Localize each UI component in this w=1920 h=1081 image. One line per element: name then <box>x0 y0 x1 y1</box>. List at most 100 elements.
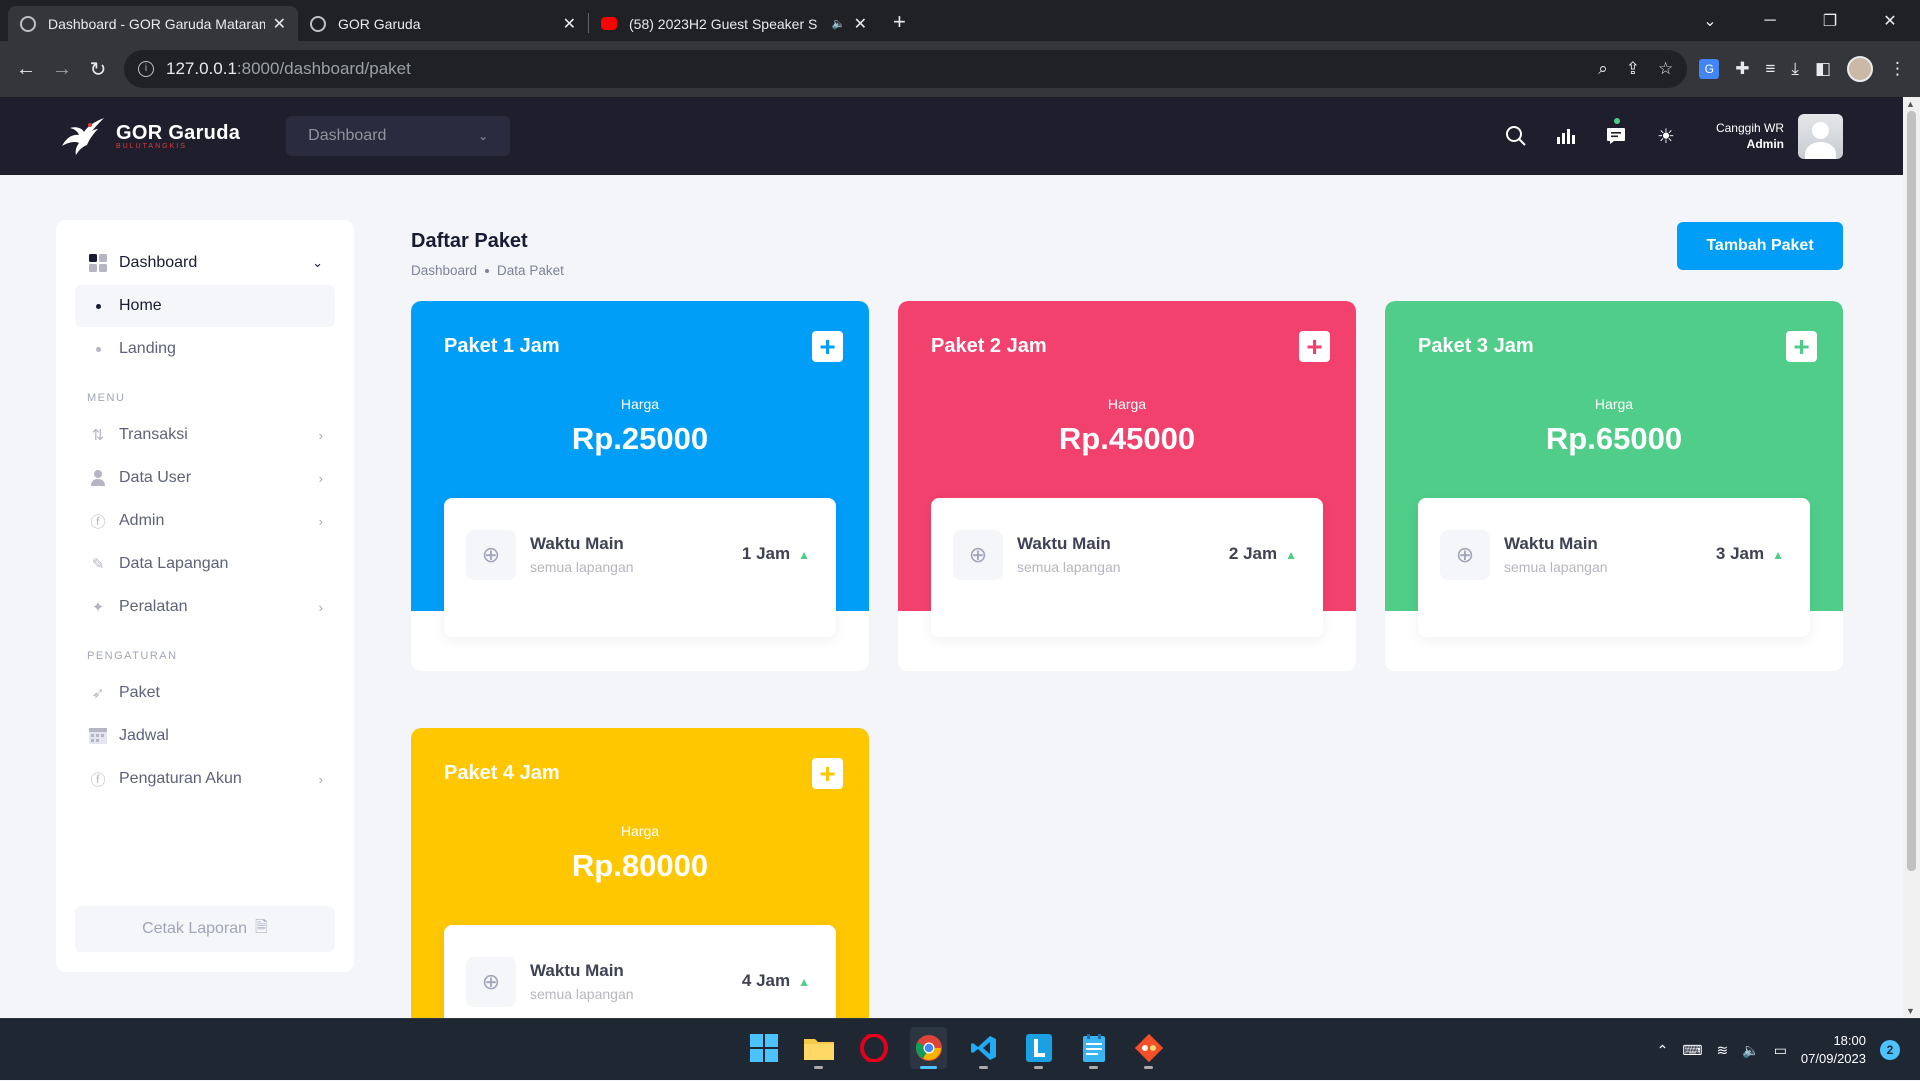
brand-logo[interactable]: GOR Garuda BULUTANGKIS <box>60 116 240 156</box>
tab-search-icon[interactable]: ⌄ <box>1680 11 1740 31</box>
scroll-up-icon[interactable]: ▲ <box>1906 99 1915 109</box>
reload-button[interactable]: ↻ <box>80 57 116 82</box>
sidebar-item-admin[interactable]: ⓕ Admin › <box>75 500 335 542</box>
google-translate-icon[interactable]: G <box>1699 59 1720 79</box>
dashboard-grid-icon <box>87 252 109 274</box>
globe-icon: ⊕ <box>466 957 516 1007</box>
print-report-button[interactable]: Cetak Laporan 🗎 <box>75 906 335 952</box>
sidebar-item-label: Home <box>119 297 162 314</box>
chevron-right-icon: › <box>318 599 323 615</box>
restore-button[interactable]: ❐ <box>1800 11 1860 31</box>
arrow-up-icon: ▲ <box>798 548 810 562</box>
add-package-button[interactable]: Tambah Paket <box>1677 222 1843 270</box>
profile-avatar[interactable] <box>1847 56 1873 82</box>
avatar[interactable] <box>1798 113 1843 159</box>
sidebar-item-data-lapangan[interactable]: ✎ Data Lapangan <box>75 543 335 585</box>
search-icon[interactable] <box>1504 124 1528 148</box>
scrollbar-thumb[interactable] <box>1907 111 1916 871</box>
chevron-up-icon[interactable]: ⌃ <box>1657 1042 1669 1059</box>
sidebar-item-home[interactable]: Home <box>75 285 335 327</box>
git-kraken-icon[interactable] <box>1130 1027 1167 1069</box>
share-icon[interactable]: ⇪ <box>1626 59 1640 79</box>
chat-icon[interactable] <box>1604 118 1628 148</box>
stats-icon[interactable] <box>1554 124 1578 148</box>
sidebar-item-paket[interactable]: ➶ Paket <box>75 672 335 714</box>
bookmark-star-icon[interactable]: ☆ <box>1658 59 1673 79</box>
package-price: Rp.45000 <box>1058 421 1196 456</box>
notification-badge[interactable]: 2 <box>1880 1040 1900 1060</box>
minimize-button[interactable]: ─ <box>1740 12 1800 30</box>
sidebar-item-data-user[interactable]: Data User › <box>75 457 335 499</box>
browser-menu-icon[interactable]: ⋮ <box>1889 59 1906 79</box>
fingerprint-icon: ⓕ <box>90 771 106 789</box>
package-price: Rp.25000 <box>571 421 709 456</box>
laragon-icon[interactable] <box>1020 1027 1057 1069</box>
arrow-up-icon: ▲ <box>798 975 810 989</box>
chevron-right-icon: › <box>318 427 323 443</box>
breadcrumb-item-dashboard[interactable]: Dashboard <box>411 263 477 278</box>
chevron-down-icon: ⌄ <box>478 129 489 143</box>
back-button[interactable]: ← <box>8 58 44 81</box>
url-path: :8000/dashboard/paket <box>236 59 411 78</box>
add-icon[interactable]: + <box>1786 331 1817 362</box>
extensions-puzzle-icon[interactable]: ✚ <box>1735 59 1749 79</box>
sidebar-item-landing[interactable]: Landing <box>75 328 335 370</box>
page-scrollbar[interactable]: ▲ ▼ <box>1903 97 1920 1018</box>
close-window-button[interactable]: ✕ <box>1860 11 1920 31</box>
sidebar-item-label: Transaksi <box>119 426 188 443</box>
file-explorer-icon[interactable] <box>800 1027 837 1069</box>
download-icon[interactable]: ⤓ <box>1791 59 1799 79</box>
browser-tab-dashboard[interactable]: Dashboard - GOR Garuda Mataram ✕ <box>8 6 298 41</box>
close-tab-icon[interactable]: ✕ <box>854 14 867 34</box>
clock-time: 18:00 <box>1833 1033 1866 1048</box>
sidebar-item-pengaturan-akun[interactable]: ⓕ Pengaturan Akun › <box>75 758 335 800</box>
close-tab-icon[interactable]: ✕ <box>273 14 286 34</box>
close-tab-icon[interactable]: ✕ <box>563 14 576 34</box>
start-button[interactable] <box>745 1027 782 1069</box>
notepad-icon[interactable] <box>1075 1027 1112 1069</box>
sidebar-item-peralatan[interactable]: ✦ Peralatan › <box>75 586 335 628</box>
zoom-icon[interactable]: ⌕ <box>1598 59 1608 79</box>
user-menu[interactable]: Canggih WR Admin <box>1716 113 1843 159</box>
clock[interactable]: 18:00 07/09/2023 <box>1801 1032 1866 1068</box>
add-icon[interactable]: + <box>812 331 843 362</box>
detail-item: Waktu Main <box>1017 534 1111 553</box>
tab-title: GOR Garuda <box>338 15 421 32</box>
opera-icon[interactable] <box>855 1027 892 1069</box>
chevron-right-icon: › <box>318 470 323 486</box>
scroll-down-icon[interactable]: ▼ <box>1906 1006 1915 1016</box>
battery-icon[interactable]: ▭ <box>1774 1042 1787 1059</box>
garuda-bird-icon <box>62 118 104 155</box>
media-control-icon[interactable]: ≡ <box>1766 59 1776 79</box>
theme-sun-icon[interactable]: ☀ <box>1654 124 1678 148</box>
detail-scope: semua lapangan <box>530 559 634 575</box>
site-info-icon[interactable]: i <box>138 61 154 77</box>
vscode-icon[interactable] <box>965 1027 1002 1069</box>
keyboard-icon[interactable]: ⌨ <box>1682 1042 1702 1059</box>
browser-tab-gor[interactable]: GOR Garuda ✕ <box>298 6 588 41</box>
side-panel-icon[interactable]: ◧ <box>1815 59 1831 79</box>
wifi-icon[interactable]: ≋ <box>1717 1042 1729 1059</box>
volume-icon[interactable]: 🔈 <box>1742 1042 1759 1059</box>
selector-value: Dashboard <box>308 127 387 144</box>
address-bar[interactable]: i 127.0.0.1:8000/dashboard/paket ⌕ ⇪ ☆ <box>124 50 1688 88</box>
add-icon[interactable]: + <box>812 758 843 789</box>
package-detail: ⊕ Waktu Main semua lapangan 1 Jam ▲ <box>444 498 836 637</box>
new-tab-button[interactable]: + <box>893 9 906 35</box>
add-icon[interactable]: + <box>1299 331 1330 362</box>
breadcrumb-separator <box>485 268 490 273</box>
arrow-up-icon: ▲ <box>1285 548 1297 562</box>
forward-button[interactable]: → <box>44 58 80 81</box>
sidebar-item-jadwal[interactable]: Jadwal <box>75 715 335 757</box>
chrome-icon[interactable] <box>910 1027 947 1069</box>
detail-item: Waktu Main <box>1504 534 1598 553</box>
package-card: Paket 4 Jam + Harga Rp.80000 ⊕ Waktu Mai… <box>411 728 869 1018</box>
dashboard-selector[interactable]: Dashboard ⌄ <box>286 116 511 156</box>
chevron-right-icon: › <box>318 771 323 787</box>
package-card: Paket 2 Jam + Harga Rp.45000 ⊕ Waktu Mai… <box>898 301 1356 671</box>
sidebar-item-transaksi[interactable]: ⇅ Transaksi › <box>75 414 335 456</box>
speaker-icon[interactable]: 🔈 <box>832 17 846 30</box>
browser-tab-youtube[interactable]: (58) 2023H2 Guest Speaker S 🔈 ✕ <box>589 6 879 41</box>
sidebar-item-dashboard[interactable]: Dashboard ⌄ <box>75 242 335 284</box>
taskbar: ⌃ ⌨ ≋ 🔈 ▭ 18:00 07/09/2023 2 <box>0 1018 1920 1080</box>
